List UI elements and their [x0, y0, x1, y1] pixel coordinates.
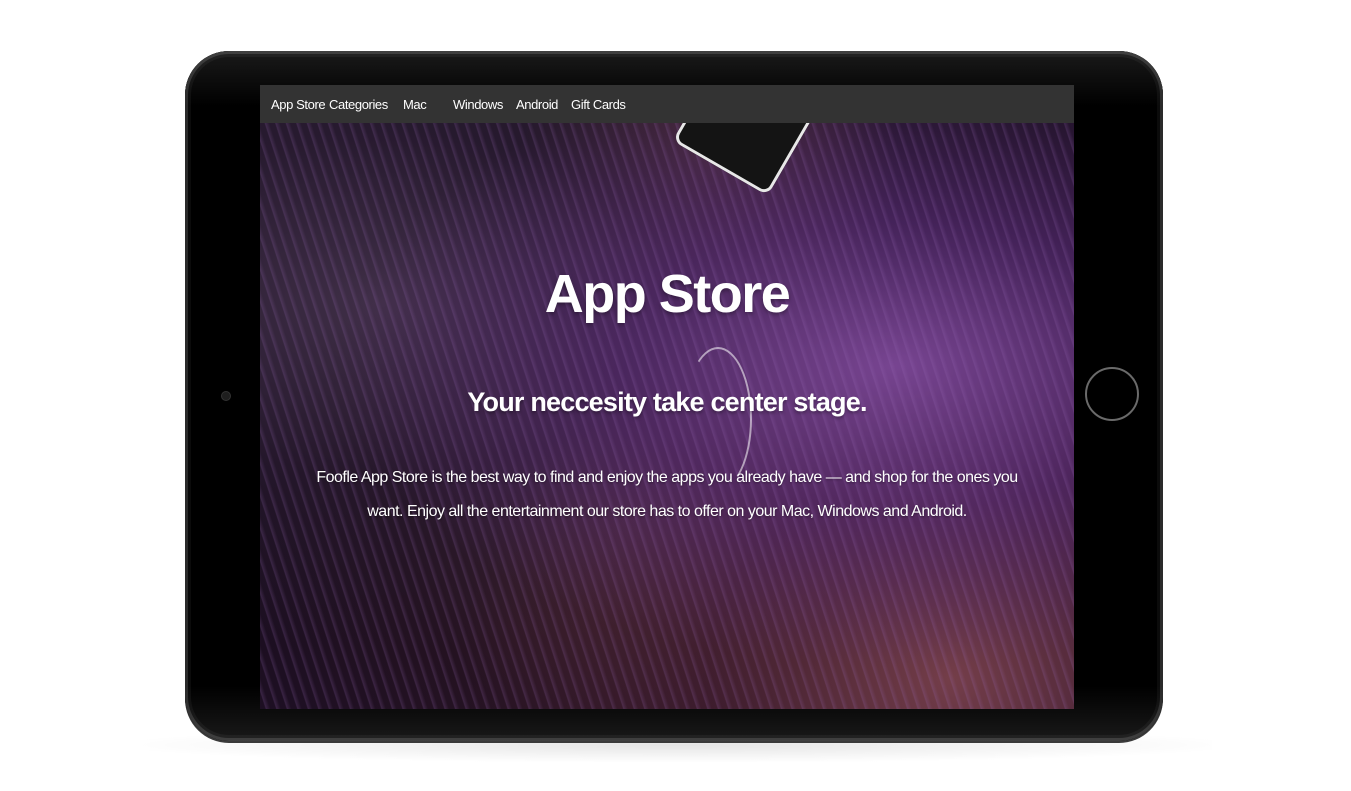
top-navbar: App Store Categories Mac Windows Android…	[260, 85, 1074, 123]
hero-description: Foofle App Store is the best way to find…	[316, 469, 1018, 520]
home-button[interactable]	[1085, 367, 1139, 421]
nav-app-store[interactable]: App Store	[271, 97, 326, 112]
nav-android[interactable]: Android	[516, 97, 558, 112]
nav-mac[interactable]: Mac	[403, 97, 427, 112]
front-camera-icon	[222, 392, 230, 400]
tablet-screen: App Store Categories Mac Windows Android…	[260, 85, 1074, 709]
nav-windows[interactable]: Windows	[453, 97, 503, 112]
nav-gift-cards[interactable]: Gift Cards	[571, 97, 626, 112]
hero-subtitle: Your neccesity take center stage.	[467, 387, 867, 417]
hero-title: App Store	[544, 264, 791, 324]
nav-categories[interactable]: Categories	[329, 97, 388, 112]
